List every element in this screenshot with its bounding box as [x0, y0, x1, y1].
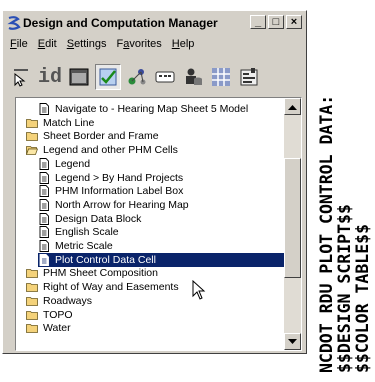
person-database-icon[interactable]: [181, 65, 205, 89]
folder-icon: [26, 267, 41, 279]
document-icon: [38, 171, 53, 184]
tree-item-label: Water: [43, 322, 71, 335]
document-icon: [38, 240, 53, 252]
side-text-line-3: $$COLOR TABLE$$: [353, 224, 372, 373]
tree-folder-item[interactable]: TOPO: [16, 308, 284, 322]
tree-item-label: Legend and other PHM Cells: [43, 144, 178, 157]
close-label: ×: [290, 15, 298, 28]
check-clipboard-icon[interactable]: [95, 64, 121, 90]
form-icon[interactable]: [237, 65, 261, 89]
tree-item-label: TOPO: [43, 308, 73, 321]
document-icon: [38, 253, 53, 266]
tree-item-label: Legend: [55, 157, 91, 170]
side-text-panel: NCDOT RDU PLOT CONTROL DATA: $$DESIGN SC…: [312, 5, 372, 377]
window-controls: _ □ ×: [250, 15, 302, 29]
scroll-down-button[interactable]: [284, 333, 301, 350]
tree-item-label: North Arrow for Hearing Map: [55, 198, 189, 211]
window-title: Design and Computation Manager: [23, 15, 218, 30]
tree-folder-item[interactable]: Sheet Border and Frame: [16, 129, 284, 143]
id-icon[interactable]: id: [37, 65, 63, 89]
scroll-thumb[interactable]: [284, 158, 301, 278]
menu-help[interactable]: Help: [167, 38, 200, 50]
tree-item[interactable]: English Scale: [16, 225, 284, 239]
maximize-button[interactable]: □: [268, 15, 284, 29]
tree-item-label: Navigate to - Hearing Map Sheet 5 Model: [55, 103, 249, 115]
scroll-up-button[interactable]: [284, 98, 301, 115]
document-icon: [38, 103, 53, 115]
menu-settings[interactable]: Settings: [62, 38, 112, 50]
tree-item-label: Legend > By Hand Projects: [55, 171, 184, 184]
tree-item-label: Design Data Block: [55, 212, 142, 225]
tree-item[interactable]: Design Data Block: [16, 212, 284, 226]
minimize-label: _: [254, 15, 262, 28]
mouse-cursor-icon: [192, 279, 206, 305]
tree-item[interactable]: Legend > By Hand Projects: [16, 171, 284, 185]
nodes-icon[interactable]: [125, 65, 149, 89]
tree-item-label: PHM Sheet Composition: [43, 267, 158, 280]
menu-favorites[interactable]: Favorites: [111, 38, 166, 50]
keyboard-icon[interactable]: [153, 65, 177, 89]
grid-icon[interactable]: [209, 65, 233, 89]
folder-icon: [26, 322, 41, 334]
maximize-label: □: [272, 15, 280, 28]
document-icon: [38, 157, 53, 170]
document-icon: [38, 185, 53, 198]
folder-open-icon: [26, 144, 41, 156]
folder-icon: [26, 295, 41, 307]
tree-panel[interactable]: Navigate to - Hearing Map Sheet 5 Model M…: [15, 97, 302, 351]
tree-folder-item[interactable]: Roadways: [16, 294, 284, 308]
dcm-window: Design and Computation Manager _ □ × Fil…: [2, 10, 307, 354]
document-icon: [38, 212, 53, 225]
tree-folder-item[interactable]: PHM Sheet Composition: [16, 266, 284, 280]
tree-item[interactable]: Plot Control Data Cell: [16, 253, 284, 267]
menu-file[interactable]: File: [5, 38, 33, 50]
side-text-line-2: $$DESIGN SCRIPT$$: [335, 204, 354, 373]
tree-item[interactable]: Legend: [16, 157, 284, 171]
tree-item-label: Sheet Border and Frame: [43, 130, 159, 143]
menu-edit[interactable]: Edit: [33, 38, 62, 50]
tree-item[interactable]: Navigate to - Hearing Map Sheet 5 Model: [16, 102, 284, 116]
app-icon: [7, 15, 21, 30]
tree-item-label: Right of Way and Easements: [43, 281, 179, 294]
vertical-scrollbar[interactable]: [284, 98, 301, 350]
arrow-down-icon: [288, 338, 297, 344]
menu-bar: File Edit Settings Favorites Help: [5, 35, 304, 53]
document-icon: [38, 226, 53, 239]
folder-icon: [26, 281, 41, 293]
tree-item-label: English Scale: [55, 226, 119, 239]
tree-item[interactable]: PHM Information Label Box: [16, 184, 284, 198]
tree-item-label: PHM Information Label Box: [55, 185, 184, 198]
pointer-icon[interactable]: [9, 65, 33, 89]
title-bar[interactable]: Design and Computation Manager _ □ ×: [5, 13, 304, 32]
tree-view[interactable]: Navigate to - Hearing Map Sheet 5 Model M…: [16, 98, 284, 350]
tree-item[interactable]: Metric Scale: [16, 239, 284, 253]
minimize-button[interactable]: _: [250, 15, 266, 29]
folder-icon: [26, 130, 41, 142]
id-label: id: [37, 65, 62, 89]
dialog-icon[interactable]: [67, 65, 91, 89]
side-text-line-1: NCDOT RDU PLOT CONTROL DATA:: [317, 95, 336, 373]
arrow-up-icon: [288, 104, 297, 110]
toolbar: id: [9, 62, 301, 92]
tree-folder-item[interactable]: Right of Way and Easements: [16, 280, 284, 294]
tree-item-label: Match Line: [43, 116, 95, 129]
tree-item-label: Plot Control Data Cell: [55, 253, 156, 266]
tree-folder-item[interactable]: Match Line: [16, 116, 284, 130]
document-icon: [38, 198, 53, 211]
tree-folder-item[interactable]: Legend and other PHM Cells: [16, 143, 284, 157]
tree-item-label: Roadways: [43, 294, 93, 307]
tree-item[interactable]: North Arrow for Hearing Map: [16, 198, 284, 212]
folder-icon: [26, 309, 41, 321]
folder-icon: [26, 117, 41, 129]
tree-item-label: Metric Scale: [55, 240, 113, 252]
close-button[interactable]: ×: [286, 15, 302, 29]
tree-folder-item[interactable]: Water: [16, 321, 284, 335]
